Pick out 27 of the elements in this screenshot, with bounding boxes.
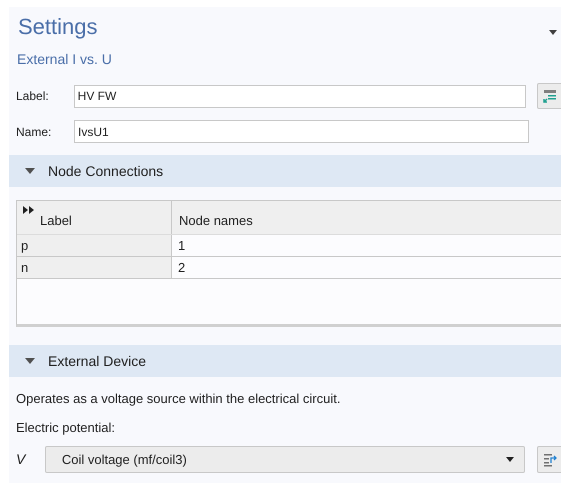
potential-select[interactable]: Coil voltage (mf/coil3)	[44, 446, 526, 473]
column-header: Label	[39, 212, 72, 230]
toolbar-button[interactable]	[537, 446, 561, 473]
toolbar-button[interactable]	[537, 83, 561, 109]
section-header[interactable]: Node Connections	[9, 155, 561, 187]
table-cell-text: 2	[177, 258, 186, 277]
description-text: Operates as a voltage source within the electrical circuit.	[16, 390, 342, 408]
table-cell: p	[17, 235, 172, 256]
caret-icon[interactable]	[549, 30, 557, 35]
table-cell: n	[17, 257, 172, 278]
text-field[interactable]: IvsU1	[74, 120, 529, 143]
table-cell-text: 1	[177, 236, 186, 255]
list-icon	[542, 452, 557, 466]
field-label: Label:	[16, 88, 50, 105]
caret-icon	[25, 167, 35, 175]
column-header: Node names	[179, 212, 253, 230]
list-icon	[542, 89, 557, 103]
expand-icon[interactable]	[23, 206, 35, 214]
panel-subtitle: External I vs. U	[16, 50, 113, 69]
field-label: Name:	[16, 124, 52, 140]
potential-label: Electric potential:	[16, 418, 116, 437]
panel-title: Settings	[18, 13, 98, 41]
section-header[interactable]: External Device	[9, 345, 561, 377]
caret-icon	[25, 357, 35, 365]
text-field[interactable]: HV FW	[74, 84, 526, 108]
caret-icon	[506, 457, 514, 462]
symbol-text: V	[16, 450, 28, 469]
